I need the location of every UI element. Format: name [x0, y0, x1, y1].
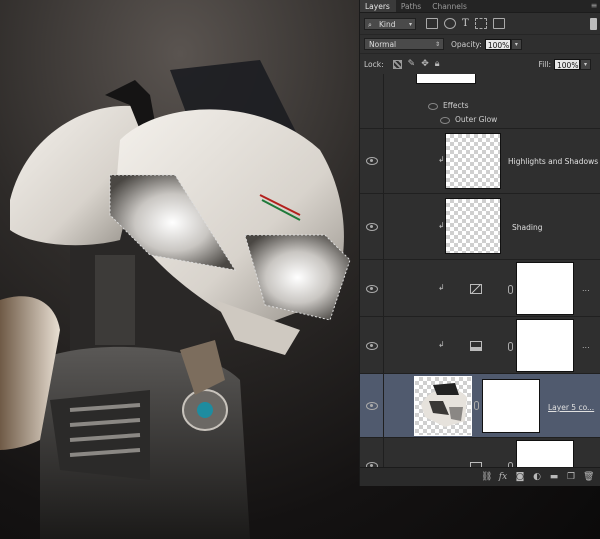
tab-paths[interactable]: Paths: [396, 0, 427, 12]
lock-all-icon[interactable]: 🔒︎: [435, 59, 440, 69]
layer-row-shading[interactable]: ↲ Shading: [360, 194, 600, 260]
type-filter-icon[interactable]: T: [462, 18, 469, 29]
panel-tabs: Layers Paths Channels ≡: [360, 0, 600, 13]
visibility-column-divider: [383, 438, 384, 467]
visibility-column-divider: [383, 260, 384, 316]
fx-icon[interactable]: fx: [498, 472, 508, 482]
layer-name-truncated[interactable]: ...: [582, 284, 590, 293]
motorcycle-artwork: [0, 60, 351, 539]
visibility-column-divider: [383, 374, 384, 437]
trash-icon[interactable]: 🗑︎: [583, 472, 594, 482]
filter-toggle[interactable]: [590, 17, 597, 30]
clipping-arrow-icon: ↲: [438, 340, 445, 349]
layer-thumbnail: [445, 198, 501, 254]
outer-glow-label: Outer Glow: [455, 115, 498, 124]
chevron-down-icon: ▾: [408, 20, 412, 28]
eye-icon[interactable]: [440, 116, 450, 124]
eye-icon[interactable]: [366, 223, 378, 231]
clipping-arrow-icon: ↲: [438, 155, 445, 164]
levels-adjustment-icon: [470, 341, 482, 351]
shape-filter-icon[interactable]: [474, 18, 487, 29]
clipping-arrow-icon: ↲: [438, 283, 445, 292]
opacity-label: Opacity:: [451, 39, 482, 49]
layer-row-highlights[interactable]: ↲ Highlights and Shadows: [360, 129, 600, 194]
layers-bottom-bar: ⛓ fx ◙ ◐ ▬ ❐ 🗑︎: [360, 467, 600, 486]
blend-mode-select[interactable]: Normal ⇕: [364, 38, 444, 50]
layers-panel: Layers Paths Channels ≡ ⌕ Kind ▾ T Norma…: [359, 0, 600, 486]
eye-icon[interactable]: [366, 285, 378, 293]
layer-name-truncated[interactable]: ...: [582, 341, 590, 350]
folder-icon[interactable]: ▬: [549, 472, 559, 482]
lock-pixels-icon[interactable]: ✎: [408, 59, 416, 69]
lock-position-icon[interactable]: ✥: [421, 59, 429, 69]
fill-dropdown-icon[interactable]: ▾: [580, 58, 591, 70]
motorcycle-thumbnail: [421, 383, 467, 427]
panel-menu-icon[interactable]: ≡: [587, 0, 600, 12]
layer-name[interactable]: Highlights and Shadows: [508, 157, 598, 166]
layer-name[interactable]: Shading: [512, 223, 542, 232]
visibility-column-divider: [383, 129, 384, 193]
visibility-column-divider: [383, 74, 384, 128]
layer-mask-thumbnail[interactable]: [516, 319, 574, 372]
layer-row-bottom-partial[interactable]: [360, 438, 600, 467]
adjustment-filter-icon[interactable]: [444, 18, 456, 29]
chain-link-icon: [474, 401, 479, 410]
smart-object-filter-icon[interactable]: [492, 18, 505, 29]
chain-link-icon: [508, 285, 513, 294]
eye-icon[interactable]: [366, 342, 378, 350]
mask-icon[interactable]: ◙: [515, 472, 525, 482]
layer-mask-thumbnail[interactable]: [516, 262, 574, 315]
eye-icon[interactable]: [366, 157, 378, 165]
layer-mask-thumbnail[interactable]: [516, 440, 574, 467]
layer-row-levels[interactable]: ↲ ...: [360, 317, 600, 374]
layer-row-selected[interactable]: Layer 5 co...: [360, 374, 600, 438]
chevron-updown-icon: ⇕: [434, 41, 440, 48]
opacity-dropdown-icon[interactable]: ▾: [510, 38, 522, 50]
curves-adjustment-icon: [470, 284, 482, 294]
effects-row[interactable]: Effects: [428, 101, 469, 110]
eye-icon[interactable]: [366, 402, 378, 410]
link-layers-icon[interactable]: ⛓: [481, 472, 492, 482]
tab-channels[interactable]: Channels: [427, 0, 473, 12]
layer-name[interactable]: Layer 5 co...: [548, 403, 594, 412]
layer-thumbnail: [414, 376, 472, 436]
chain-link-icon: [508, 342, 513, 351]
eye-icon[interactable]: [428, 102, 438, 110]
tab-layers[interactable]: Layers: [360, 0, 396, 12]
filter-row: ⌕ Kind ▾ T: [360, 13, 600, 35]
lock-label: Lock:: [364, 59, 384, 69]
kind-filter-label: Kind: [379, 19, 396, 29]
new-adjustment-icon[interactable]: ◐: [532, 472, 542, 482]
image-filter-icon[interactable]: [426, 18, 438, 29]
blend-mode-value: Normal: [369, 40, 397, 49]
kind-filter-select[interactable]: ⌕ Kind ▾: [364, 17, 416, 30]
lock-transparent-icon[interactable]: [392, 59, 402, 69]
layer-list[interactable]: Effects Outer Glow ↲ Highlights and Shad…: [360, 74, 600, 467]
search-icon: ⌕: [368, 20, 372, 29]
layer-mask-thumbnail[interactable]: [482, 379, 540, 433]
layer-row-curves[interactable]: ↲ ...: [360, 260, 600, 317]
lock-row: Lock: ✎ ✥ 🔒︎ Fill: 100% ▾: [360, 54, 600, 75]
outer-glow-row[interactable]: Outer Glow: [440, 115, 497, 124]
layer-thumbnail: [416, 74, 476, 84]
fill-label: Fill:: [538, 59, 551, 69]
fill-input[interactable]: 100%: [554, 58, 580, 70]
clipping-arrow-icon: ↲: [438, 221, 445, 230]
new-layer-icon[interactable]: ❐: [566, 472, 576, 482]
layer-thumbnail: [445, 133, 501, 189]
blend-row: Normal ⇕ Opacity: 100% ▾: [360, 35, 600, 54]
effects-label: Effects: [443, 101, 469, 110]
visibility-column-divider: [383, 317, 384, 373]
layer-row-top-partial[interactable]: Effects Outer Glow: [360, 74, 600, 129]
visibility-column-divider: [383, 194, 384, 259]
opacity-input[interactable]: 100%: [484, 38, 511, 50]
